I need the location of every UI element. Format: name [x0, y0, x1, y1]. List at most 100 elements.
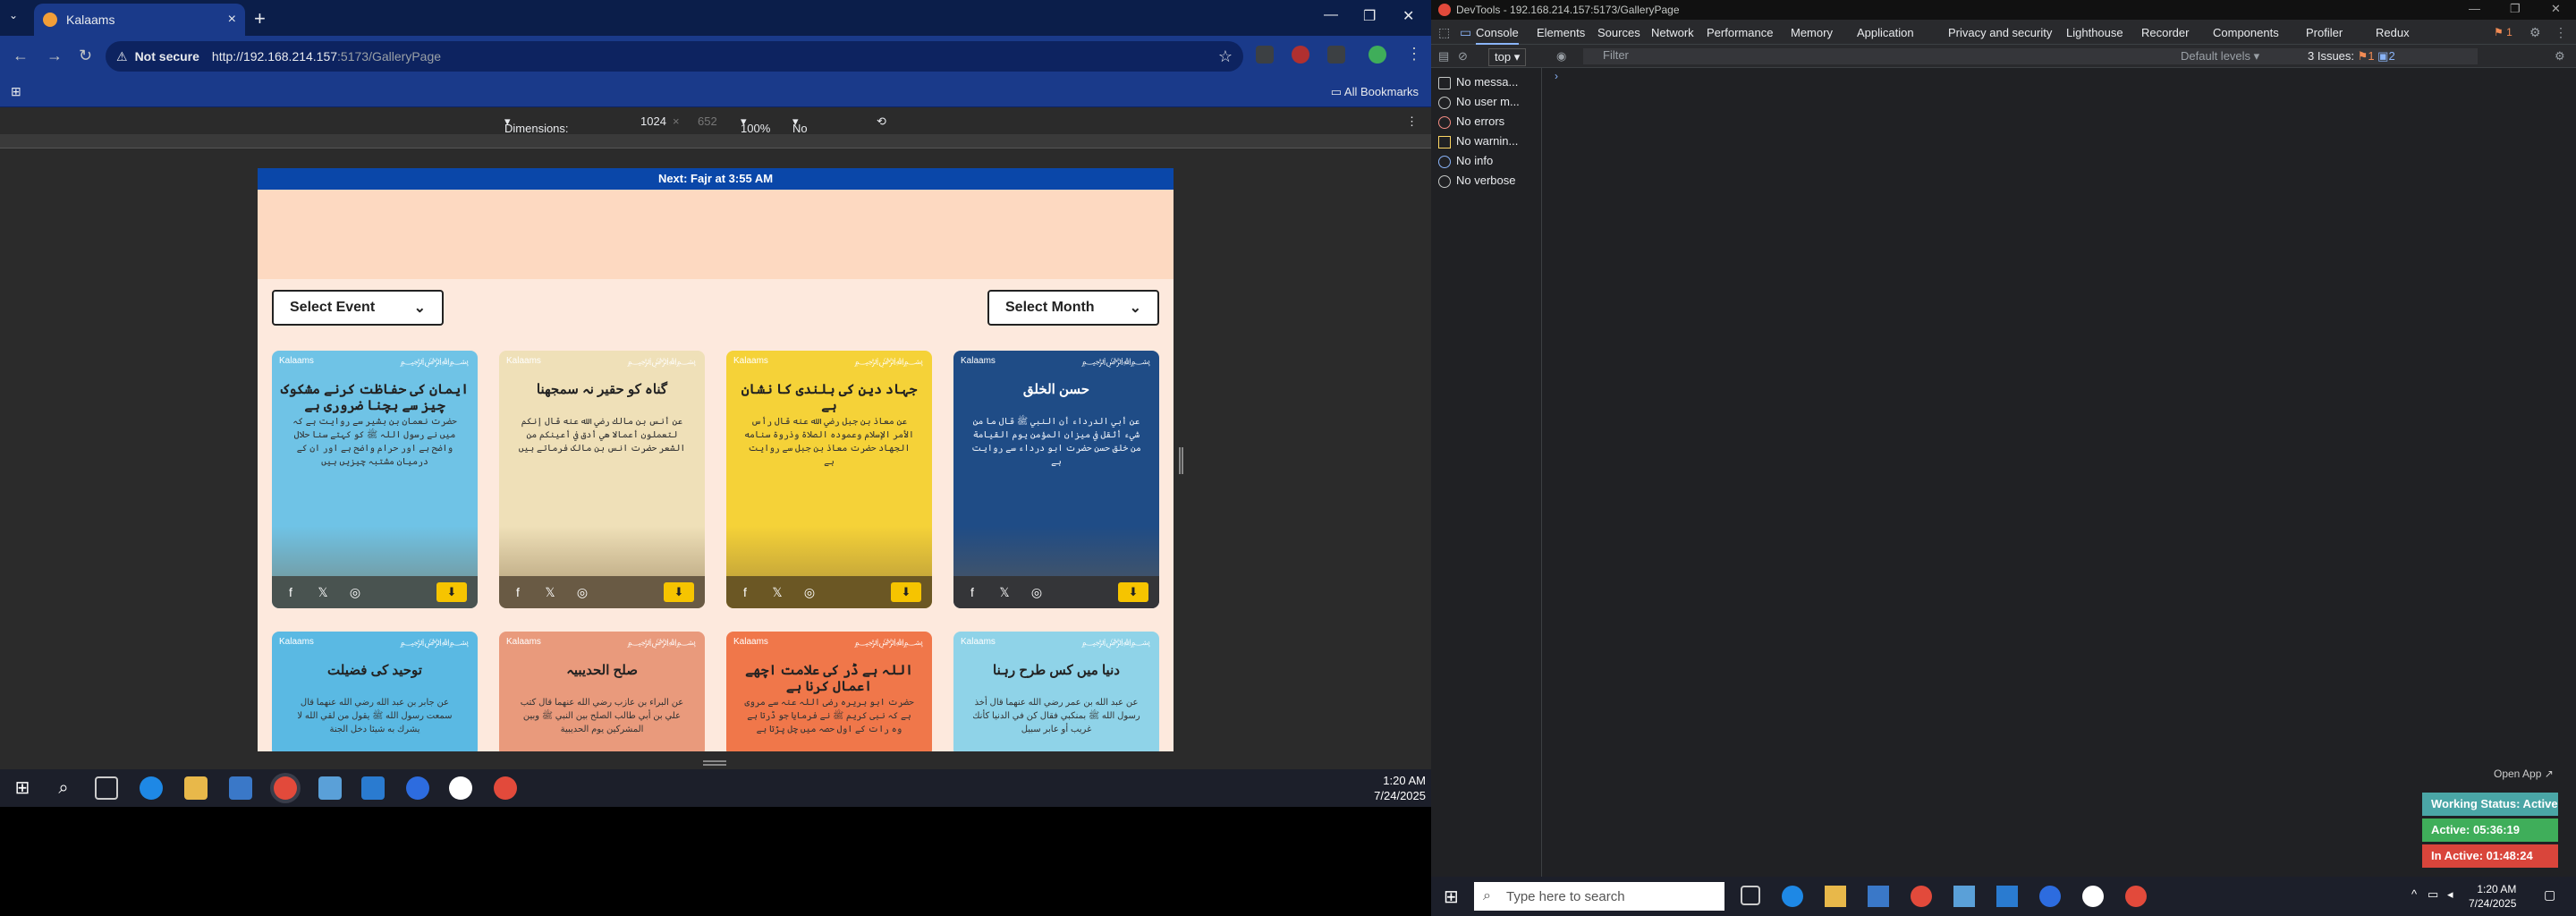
x-twitter-icon[interactable]: 𝕏	[769, 584, 785, 600]
chrome-icon[interactable]	[274, 776, 297, 800]
sidebar-toggle-icon[interactable]: ▤	[1438, 49, 1449, 64]
search-icon[interactable]: ⌕	[52, 776, 75, 800]
sidebar-warnings[interactable]: No warnin...	[1438, 134, 1518, 148]
devtools-tab-sources[interactable]: Sources	[1597, 26, 1640, 39]
issues-badge[interactable]: ⚑ 1	[2494, 26, 2512, 38]
notification-icon[interactable]: ▢	[2544, 887, 2555, 903]
store-icon[interactable]	[229, 776, 252, 800]
sidebar-user-messages[interactable]: No user m...	[1438, 95, 1520, 109]
console-settings-icon[interactable]: ⚙	[2555, 49, 2565, 64]
sidebar-verbose[interactable]: No verbose	[1438, 174, 1515, 188]
console-prompt-icon[interactable]: ›	[1555, 70, 1558, 82]
sidebar-messages[interactable]: No messa...	[1438, 75, 1518, 89]
chrome-icon[interactable]	[1911, 886, 1932, 907]
close-window-icon[interactable]: ✕	[1402, 7, 1414, 25]
app-icon[interactable]	[318, 776, 342, 800]
tray-chevron-icon[interactable]: ^	[2411, 887, 2417, 901]
hadith-card[interactable]: Kalaams ﷽ توحید کی فضیلت عن جابر بن عبد الل…	[272, 632, 478, 751]
hadith-card[interactable]: Kalaams ﷽ گناہ کو حقیر نہ سمجھنا عن أنس بن …	[499, 351, 705, 608]
network-icon[interactable]: ▭	[2428, 887, 2438, 902]
hadith-card[interactable]: Kalaams ﷽ اللہ ہے ڈر کی علامت اچھے اعمال ک…	[726, 632, 932, 751]
not-secure-icon[interactable]: ⚠	[116, 49, 128, 64]
edge-icon[interactable]	[140, 776, 163, 800]
devtools-tab-privacy-and-security[interactable]: Privacy and security	[1948, 26, 2052, 39]
windows-start-icon[interactable]: ⊞	[1444, 886, 1459, 908]
edge-icon[interactable]	[1782, 886, 1803, 907]
app-white-icon[interactable]	[449, 776, 472, 800]
facebook-icon[interactable]: f	[283, 584, 299, 600]
download-button[interactable]: ⬇	[664, 582, 694, 602]
all-bookmarks[interactable]: ▭ All Bookmarks	[1331, 85, 1419, 99]
devtools-tab-application[interactable]: Application	[1857, 26, 1914, 39]
device-more-icon[interactable]: ⋮	[1406, 114, 1418, 129]
zoom-app-icon[interactable]	[406, 776, 429, 800]
taskbar-clock-right[interactable]: 1:20 AM 7/24/2025	[2469, 882, 2516, 911]
devtools-tab-memory[interactable]: Memory	[1791, 26, 1833, 39]
volume-icon[interactable]: ◂	[2447, 887, 2453, 902]
default-levels-dropdown[interactable]: Default levels ▾	[2181, 49, 2259, 64]
devtools-tab-profiler[interactable]: Profiler	[2306, 26, 2343, 39]
resize-handle-right[interactable]	[1179, 447, 1183, 474]
devtools-tab-performance[interactable]: Performance	[1707, 26, 1773, 39]
dimensions-dropdown[interactable]: Dimensions: Responsive ▾	[504, 114, 569, 148]
select-month[interactable]: Select Month ⌄	[987, 290, 1159, 326]
devtools-tab-elements[interactable]: Elements	[1537, 26, 1585, 39]
devtools-minimize-icon[interactable]: —	[2469, 2, 2480, 15]
x-twitter-icon[interactable]: 𝕏	[996, 584, 1013, 600]
app-icon[interactable]	[1953, 886, 1975, 907]
profile-avatar[interactable]	[1368, 46, 1386, 64]
open-app-link[interactable]: Open App ↗	[2494, 768, 2554, 780]
taskbar-clock[interactable]: 1:20 AM 7/24/2025	[1374, 773, 1426, 803]
devtools-tab-network[interactable]: Network	[1651, 26, 1694, 39]
hadith-card[interactable]: Kalaams ﷽ دنیا میں کس طرح رہنا عن عبد الله …	[953, 632, 1159, 751]
settings-icon[interactable]: ⚙	[2529, 25, 2541, 40]
eye-icon[interactable]: ◉	[1556, 49, 1566, 64]
clear-console-icon[interactable]: ⊘	[1458, 49, 1468, 64]
reload-icon[interactable]: ↻	[79, 47, 92, 65]
tab-search-icon[interactable]: ⌄	[9, 9, 18, 21]
extension-icon[interactable]	[1256, 46, 1274, 64]
device-toggle-icon[interactable]: ▭	[1460, 25, 1471, 40]
app-white-icon[interactable]	[2082, 886, 2104, 907]
rotate-icon[interactable]: ⟲	[877, 114, 886, 129]
facebook-icon[interactable]: f	[964, 584, 980, 600]
instagram-icon[interactable]: ◎	[1029, 584, 1045, 600]
devtools-tab-console[interactable]: Console	[1476, 26, 1519, 45]
tab-close-icon[interactable]: ×	[228, 12, 236, 28]
context-select[interactable]: top ▾	[1488, 48, 1527, 66]
instagram-icon[interactable]: ◎	[574, 584, 590, 600]
extensions-puzzle-icon[interactable]	[1327, 46, 1345, 64]
facebook-icon[interactable]: f	[737, 584, 753, 600]
chrome-icon-2[interactable]	[494, 776, 517, 800]
download-button[interactable]: ⬇	[1118, 582, 1148, 602]
devtools-tab-recorder[interactable]: Recorder	[2141, 26, 2189, 39]
throttling-dropdown[interactable]: No throttling ▾	[792, 114, 837, 148]
instagram-icon[interactable]: ◎	[347, 584, 363, 600]
width-input[interactable]: 1024	[640, 114, 666, 128]
back-icon[interactable]: ←	[13, 47, 29, 65]
chrome-icon-2[interactable]	[2125, 886, 2147, 907]
new-tab-button[interactable]: +	[254, 7, 266, 30]
download-button[interactable]: ⬇	[891, 582, 921, 602]
sidebar-info[interactable]: No info	[1438, 154, 1493, 168]
file-explorer-icon[interactable]	[1825, 886, 1846, 907]
sidebar-errors[interactable]: No errors	[1438, 114, 1504, 129]
issues-counter[interactable]: 3 Issues: ⚑1 ▣2	[2308, 49, 2395, 64]
windows-start-icon[interactable]: ⊞	[11, 776, 34, 800]
maximize-icon[interactable]: ❐	[1363, 7, 1376, 25]
bookmark-star-icon[interactable]: ☆	[1218, 47, 1233, 66]
forward-icon[interactable]: →	[47, 47, 63, 65]
download-button[interactable]: ⬇	[436, 582, 467, 602]
devtools-tab-lighthouse[interactable]: Lighthouse	[2066, 26, 2123, 39]
facebook-icon[interactable]: f	[510, 584, 526, 600]
file-explorer-icon[interactable]	[184, 776, 208, 800]
x-twitter-icon[interactable]: 𝕏	[315, 584, 331, 600]
hadith-card[interactable]: Kalaams ﷽ حسن الخلق عن أبي الدرداء أن النبي…	[953, 351, 1159, 608]
tab-kalaams[interactable]: Kalaams ×	[34, 4, 245, 36]
hadith-card[interactable]: Kalaams ﷽ صلح الحدیبیہ عن البراء بن عازب رض…	[499, 632, 705, 751]
task-view-icon[interactable]	[1741, 886, 1760, 905]
devtools-close-icon[interactable]: ✕	[2551, 2, 2561, 16]
hadith-card[interactable]: Kalaams ﷽ ایمان کی حفاظت کرنے مشکوک چیز سے…	[272, 351, 478, 608]
devtools-tab-components[interactable]: Components	[2213, 26, 2279, 39]
task-view-icon[interactable]	[95, 776, 118, 800]
